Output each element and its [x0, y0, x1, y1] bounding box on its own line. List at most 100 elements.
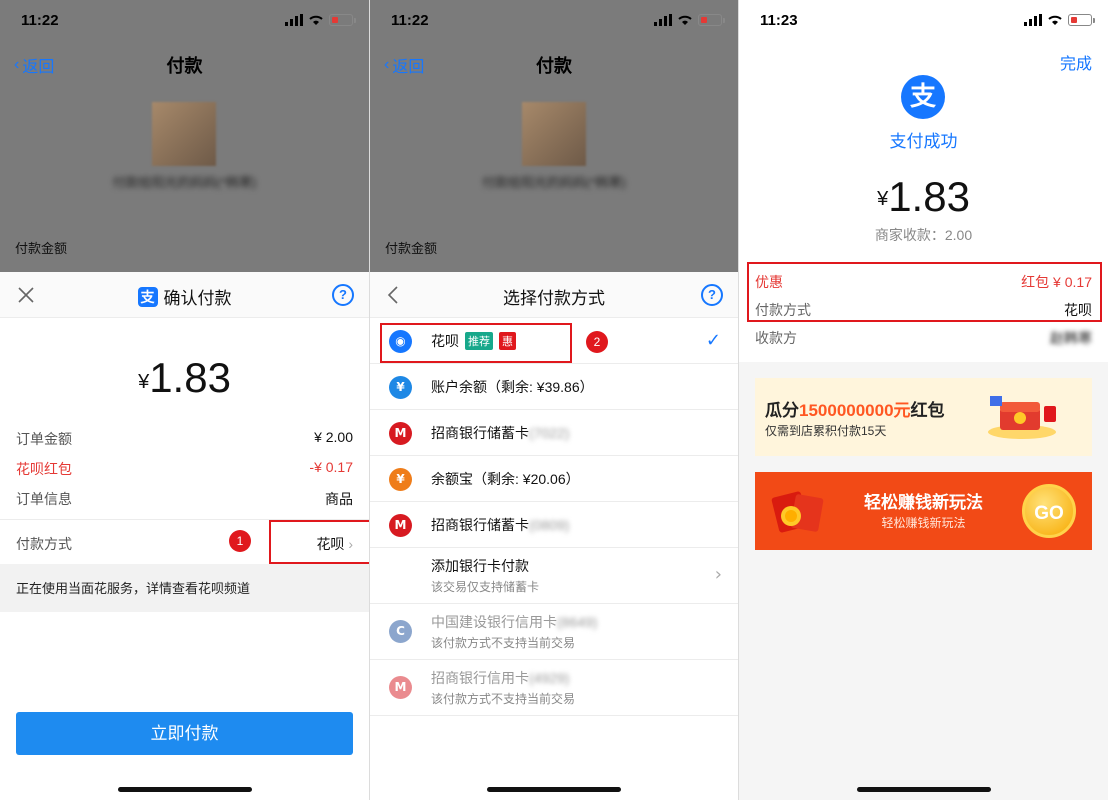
row-value: 赵韩寒 — [1050, 330, 1092, 346]
status-icons — [654, 14, 725, 26]
huabei-notice[interactable]: 正在使用当面花服务，详情查看花呗频道 — [0, 564, 369, 612]
payee-row: 收款方 赵韩寒 — [755, 328, 1092, 348]
status-time: 11:23 — [760, 12, 798, 29]
sheet-title: 选择付款方式 — [503, 289, 605, 308]
nav-bar: ‹ 返回 付款 — [0, 44, 369, 86]
battery-icon — [329, 14, 356, 26]
help-icon[interactable]: ? — [332, 284, 354, 306]
screen-select-payment: ‹ 返回 付款 付款给阳光的妈妈(*韩寒) 付款金额 11:22 选择付款方式 … — [369, 0, 738, 800]
wifi-icon — [1048, 15, 1062, 25]
method-label: 招商银行信用卡(4929) — [431, 670, 570, 686]
status-bar: 11:22 — [370, 0, 738, 44]
row-value: 商品 — [325, 491, 353, 507]
method-label: 中国建设银行信用卡(8649) — [431, 614, 598, 630]
payment-method-cmb-debit-2[interactable]: M 招商银行储蓄卡(0809) — [370, 502, 738, 548]
balance-icon: ¥ — [389, 376, 412, 399]
order-amount-row: 订单金额 ¥ 2.00 — [16, 429, 353, 449]
cmb-icon: M — [389, 422, 412, 445]
order-info-row: 订单信息 商品 — [16, 489, 353, 509]
cmb-icon: M — [389, 676, 412, 699]
payment-method-ccb-credit: C 中国建设银行信用卡(8649) 该付款方式不支持当前交易 — [370, 604, 738, 660]
sheet-header: 支 确认付款 ? — [0, 272, 369, 318]
row-label: 花呗红包 — [16, 461, 72, 477]
signal-icon — [285, 14, 303, 26]
promo-banner-earn[interactable]: 轻松赚钱新玩法 轻松赚钱新玩法 GO — [755, 472, 1092, 550]
step-badge: 1 — [229, 530, 251, 552]
wifi-icon — [309, 15, 323, 25]
battery-icon — [698, 14, 725, 26]
nav-bar: ‹ 返回 付款 — [370, 44, 738, 86]
highlight-box — [380, 323, 572, 363]
currency-symbol: ¥ — [877, 188, 889, 210]
home-indicator — [117, 787, 252, 792]
row-label: 收款方 — [755, 330, 797, 346]
method-sub: 该付款方式不支持当前交易 — [431, 692, 576, 706]
amount-value: 1.83 — [888, 173, 970, 220]
method-sub: 该付款方式不支持当前交易 — [431, 636, 576, 650]
currency-symbol: ¥ — [138, 371, 150, 393]
help-icon[interactable]: ? — [701, 284, 723, 306]
row-value: -¥ 0.17 — [309, 459, 353, 475]
amount-label: 付款金额 — [15, 241, 68, 256]
method-label: 余额宝（剩余: ¥20.06） — [431, 471, 580, 487]
screen-confirm-payment: ‹ 返回 付款 付款给阳光的妈妈(*韩寒) 付款金额 11:22 支 确认付款 … — [0, 0, 369, 800]
method-label: 招商银行储蓄卡(0809) — [431, 517, 570, 533]
highlight-box — [747, 262, 1102, 322]
signal-icon — [1024, 14, 1042, 26]
add-bank-card[interactable]: 添加银行卡付款 该交易仅支持储蓄卡 › — [370, 548, 738, 604]
chevron-right-icon: › — [714, 564, 722, 585]
payment-method-list: ◉ 花呗 推荐惠 ✓ ¥ 账户余额（剩余: ¥39.86） M 招商银行储蓄卡(7… — [370, 318, 738, 716]
home-indicator — [856, 787, 991, 792]
row-value: ¥ 2.00 — [314, 429, 353, 445]
wifi-icon — [678, 15, 692, 25]
page-title: 付款 — [536, 56, 572, 76]
cmb-icon: M — [389, 514, 412, 537]
checkmark-icon: ✓ — [705, 330, 721, 351]
status-time: 11:22 — [391, 12, 429, 29]
sheet-title-text: 确认付款 — [163, 289, 232, 308]
status-icons — [285, 14, 356, 26]
paid-amount: ¥1.83 — [739, 173, 1108, 221]
method-label: 招商银行储蓄卡(7022) — [431, 425, 570, 441]
promo-title: 瓜分1500000000元红包 — [765, 401, 945, 420]
signal-icon — [654, 14, 672, 26]
promo-banner-redpacket[interactable]: 瓜分1500000000元红包 仅需到店累积付款15天 — [755, 378, 1092, 456]
row-label: 订单金额 — [16, 431, 72, 447]
home-indicator — [487, 787, 621, 792]
success-title: 支付成功 — [889, 132, 958, 151]
payee-name: 付款给阳光的妈妈(*韩寒) — [112, 175, 257, 190]
go-button[interactable]: GO — [1022, 484, 1076, 538]
battery-icon — [1068, 14, 1095, 26]
row-label: 订单信息 — [16, 491, 72, 507]
status-icons — [1024, 14, 1095, 26]
merchant-received: 商家收款：2.00 — [874, 227, 973, 243]
huabei-redpacket-row: 花呗红包 -¥ 0.17 — [16, 459, 353, 479]
method-label: 添加银行卡付款 — [431, 558, 529, 574]
sheet-title: 支 确认付款 — [0, 284, 369, 309]
status-bar: 11:22 — [0, 0, 369, 44]
screen-payment-success: 11:23 完成 支 支付成功 ¥1.83 商家收款：2.00 优惠 红包 ¥ … — [738, 0, 1108, 800]
pay-now-button[interactable]: 立即付款 — [16, 712, 353, 755]
method-sub: 该交易仅支持储蓄卡 — [431, 580, 540, 594]
payment-method-cmb-debit[interactable]: M 招商银行储蓄卡(7022) — [370, 410, 738, 456]
page-title: 付款 — [166, 56, 203, 76]
done-button[interactable]: 完成 — [1060, 50, 1092, 74]
payment-method-balance[interactable]: ¥ 账户余额（剩余: ¥39.86） — [370, 364, 738, 410]
payment-method-yuebao[interactable]: ¥ 余额宝（剩余: ¥20.06） — [370, 456, 738, 502]
sheet-header: 选择付款方式 ? — [370, 272, 738, 318]
amount-label: 付款金额 — [385, 241, 438, 256]
avatar — [522, 102, 586, 166]
status-bar: 11:23 — [739, 0, 1108, 44]
promo-subtitle: 仅需到店累积付款15天 — [765, 424, 887, 438]
alipay-logo-icon: 支 — [901, 75, 945, 119]
row-label: 付款方式 — [16, 536, 72, 552]
alipay-logo-icon: 支 — [137, 286, 158, 307]
method-label: 账户余额（剩余: ¥39.86） — [431, 379, 594, 395]
ccb-icon: C — [389, 620, 412, 643]
payee-name: 付款给阳光的妈妈(*韩寒) — [482, 175, 626, 190]
step-badge: 2 — [586, 331, 608, 353]
amount-value: 1.83 — [149, 354, 231, 401]
treasure-chest-icon — [988, 396, 1056, 439]
payment-method-cmb-credit: M 招商银行信用卡(4929) 该付款方式不支持当前交易 — [370, 660, 738, 716]
highlight-box — [269, 520, 369, 564]
